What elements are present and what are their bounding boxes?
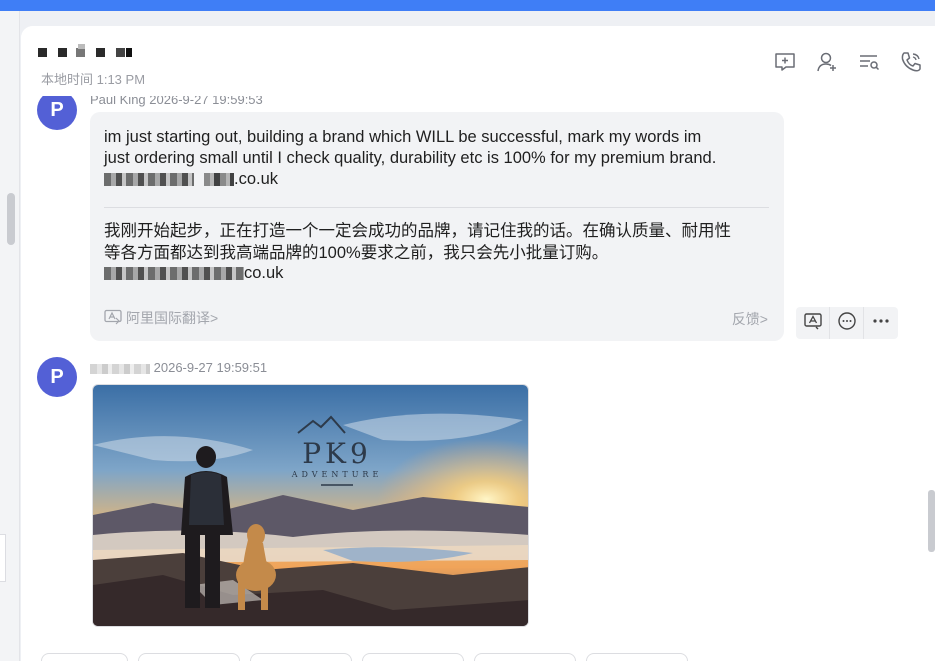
right-scrollbar-thumb[interactable]: [928, 490, 935, 552]
avatar[interactable]: P: [37, 357, 77, 397]
more-icon: [871, 311, 891, 336]
original-text: im just starting out, building a brand w…: [104, 127, 776, 190]
message-list[interactable]: P Paul King 2026-9-27 19:59:53 im just s…: [21, 26, 935, 661]
quick-reply-chip[interactable]: [138, 653, 240, 661]
original-domain-line: .co.uk: [104, 169, 776, 190]
translation-line: 我刚开始起步，正在打造一个一定会成功的品牌，请记住我的话。在确认质量、耐用性: [104, 222, 731, 240]
brand-name: PK9: [302, 437, 372, 470]
original-line: im just starting out, building a brand w…: [104, 128, 702, 146]
translate-icon: [104, 309, 122, 328]
domain-suffix: .co.uk: [234, 170, 279, 188]
more-action-button[interactable]: [864, 307, 898, 339]
message-meta: 2026-9-27 19:59:51: [90, 360, 267, 375]
redacted-text: [104, 173, 194, 187]
chat-header: 本地时间 1:13 PM: [21, 26, 935, 96]
original-line: just ordering small until I check qualit…: [104, 149, 717, 167]
translation-domain-line: co.uk: [104, 262, 776, 284]
search-history-button[interactable]: [857, 50, 881, 74]
quick-reply-chip[interactable]: [41, 653, 128, 661]
contact-name-redacted: [38, 44, 138, 60]
left-edge-tab[interactable]: [0, 534, 6, 582]
call-icon: [899, 52, 923, 78]
quick-reply-chip[interactable]: [474, 653, 576, 661]
translate-link[interactable]: 阿里国际翻译>: [104, 308, 218, 328]
top-accent-bar: [0, 0, 935, 11]
left-scrollbar-thumb[interactable]: [7, 193, 15, 245]
call-button[interactable]: [899, 50, 923, 74]
quick-reply-chips: [41, 653, 688, 661]
message-actions: [796, 307, 898, 339]
add-contact-icon: [815, 52, 839, 78]
quick-reply-chip[interactable]: [586, 653, 688, 661]
translate-action-button[interactable]: [796, 307, 830, 339]
message-timestamp: 2026-9-27 19:59:51: [153, 360, 268, 375]
redacted-text: [204, 173, 234, 187]
message-bubble[interactable]: im just starting out, building a brand w…: [90, 112, 784, 341]
translated-text: 我刚开始起步，正在打造一个一定会成功的品牌，请记住我的话。在确认质量、耐用性 等…: [104, 220, 776, 284]
feedback-link[interactable]: 反馈>: [732, 309, 768, 329]
chat-bubble-icon: [837, 311, 857, 336]
translation-line: 等各方面都达到我高端品牌的100%要求之前，我只会先小批量订购。: [104, 244, 609, 262]
reply-action-button[interactable]: [830, 307, 864, 339]
translate-icon: [803, 311, 823, 336]
chat-panel: P Paul King 2026-9-27 19:59:53 im just s…: [21, 26, 935, 661]
header-actions: [773, 50, 923, 74]
adventure-photo: PK9 ADVENTURE: [93, 385, 528, 626]
avatar-letter: P: [50, 365, 64, 388]
chat-add-icon: [773, 53, 797, 78]
search-list-icon: [857, 55, 881, 78]
chat-add-button[interactable]: [773, 50, 797, 74]
redacted-text: [104, 267, 244, 281]
image-attachment[interactable]: PK9 ADVENTURE: [92, 384, 529, 627]
domain-suffix: co.uk: [244, 264, 284, 282]
avatar[interactable]: P: [37, 90, 77, 130]
add-contact-button[interactable]: [815, 50, 839, 74]
quick-reply-chip[interactable]: [362, 653, 464, 661]
quick-reply-chip[interactable]: [250, 653, 352, 661]
brand-tagline: ADVENTURE: [291, 470, 383, 479]
avatar-letter: P: [50, 98, 64, 121]
local-time: 本地时间 1:13 PM: [41, 72, 146, 87]
translation-divider: [104, 207, 769, 208]
translate-link-label: 阿里国际翻译>: [126, 310, 219, 326]
redacted-sender: [90, 363, 150, 374]
